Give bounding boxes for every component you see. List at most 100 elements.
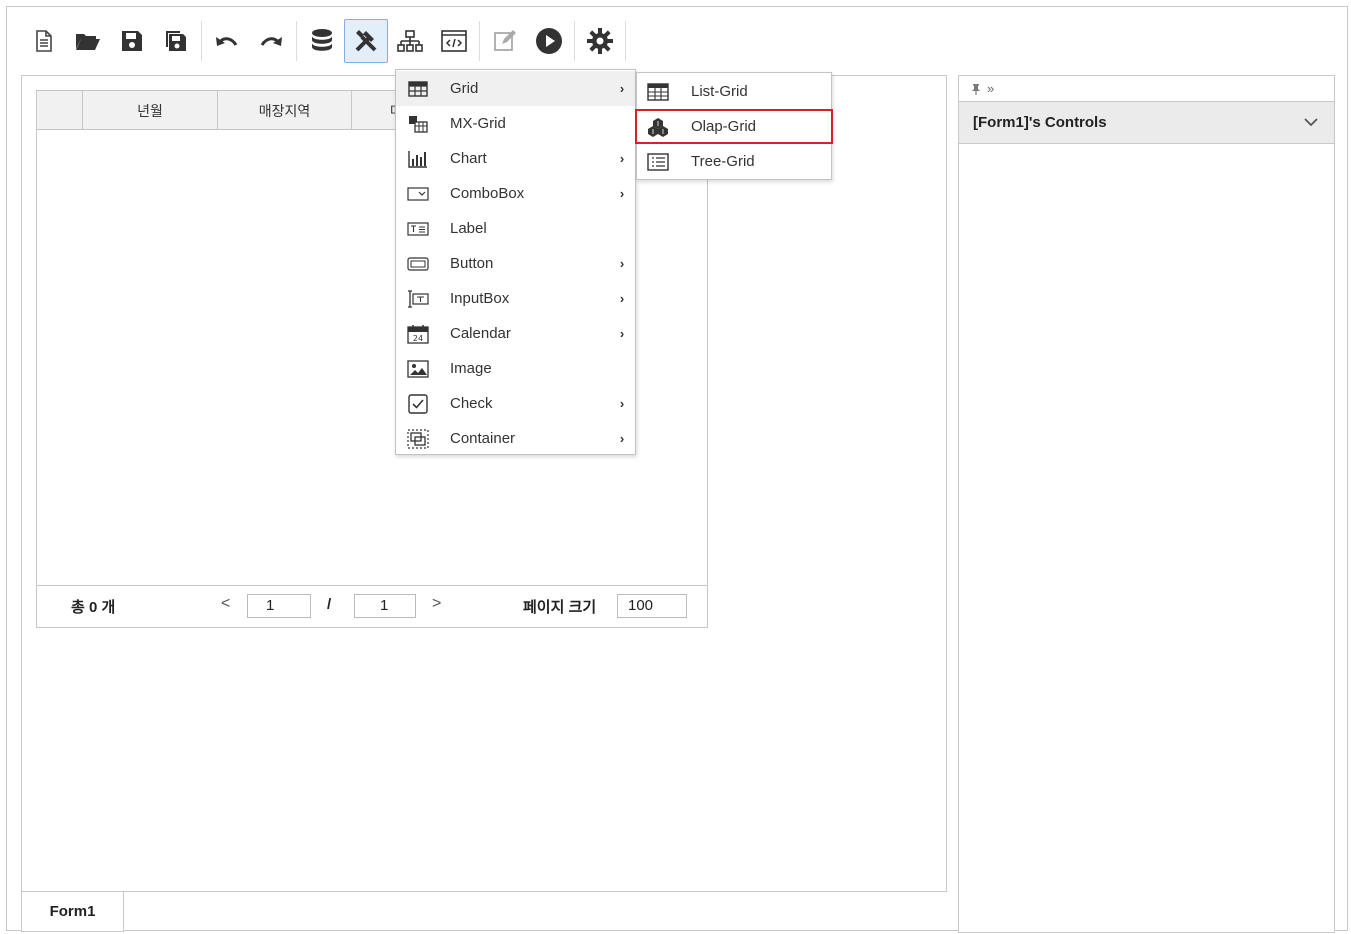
database-icon: [312, 29, 332, 51]
menu-item-label-control[interactable]: Label: [396, 211, 635, 246]
submenu-item-label: List-Grid: [691, 83, 748, 100]
toolbar: [22, 18, 629, 64]
controls-panel-title: [Form1]'s Controls: [973, 114, 1107, 131]
save-as-icon: [166, 31, 186, 51]
menu-item-label: Check: [450, 395, 493, 412]
grid-pager: 총 0 개 < 1 / 1 > 페이지 크기 100: [37, 585, 707, 627]
toolbar-separator: [479, 21, 480, 61]
menu-item-label: Chart: [450, 150, 487, 167]
grid-header-rownum: [37, 91, 83, 130]
folder-open-icon: [76, 34, 100, 50]
form-tab-bar: Form1: [21, 891, 947, 932]
play-icon: [536, 28, 562, 54]
pin-icon: [972, 83, 980, 95]
toolbar-separator: [574, 21, 575, 61]
menu-item-grid[interactable]: Grid ›: [396, 71, 635, 106]
hierarchy-button[interactable]: [388, 19, 432, 63]
tree-grid-icon: [647, 152, 669, 171]
menu-item-label: Grid: [450, 80, 479, 97]
settings-button[interactable]: [578, 19, 622, 63]
undo-icon: [216, 37, 238, 46]
submenu-item-tree-grid[interactable]: Tree-Grid: [637, 144, 831, 179]
chevron-down-icon[interactable]: [1302, 113, 1320, 131]
menu-item-check[interactable]: Check ›: [396, 386, 635, 421]
submenu-arrow-icon: ›: [619, 256, 625, 271]
menu-item-chart[interactable]: Chart ›: [396, 141, 635, 176]
calendar-icon: 24: [407, 324, 429, 344]
grid-submenu: List-Grid Olap-Grid Tree-Grid: [635, 72, 833, 180]
expand-icon[interactable]: »: [987, 81, 994, 96]
chart-icon: [408, 150, 427, 168]
menu-item-label: Container: [450, 430, 516, 447]
submenu-item-list-grid[interactable]: List-Grid: [637, 74, 831, 109]
submenu-item-label: Tree-Grid: [691, 153, 755, 170]
grid-header-year-month[interactable]: 년월: [83, 91, 218, 130]
open-folder-button[interactable]: [66, 19, 110, 63]
panel-pin-bar[interactable]: »: [959, 76, 1334, 102]
edit-button[interactable]: [483, 19, 527, 63]
new-file-icon: [36, 30, 52, 52]
page-separator: /: [327, 596, 332, 613]
inputbox-icon: [408, 289, 429, 308]
svg-text:24: 24: [413, 334, 423, 343]
database-button[interactable]: [300, 19, 344, 63]
olap-grid-icon: [648, 117, 668, 137]
redo-button[interactable]: [249, 19, 293, 63]
save-button[interactable]: [110, 19, 154, 63]
button-icon: [407, 256, 429, 271]
check-icon: [408, 393, 428, 414]
menu-item-image[interactable]: Image: [396, 351, 635, 386]
new-file-button[interactable]: [22, 19, 66, 63]
menu-item-mx-grid[interactable]: MX-Grid: [396, 106, 635, 141]
toolbar-separator: [625, 21, 626, 61]
controls-panel-header[interactable]: [Form1]'s Controls: [959, 102, 1334, 144]
submenu-arrow-icon: ›: [619, 326, 625, 341]
save-icon: [122, 31, 142, 51]
menu-item-label: ComboBox: [450, 185, 525, 202]
run-button[interactable]: [527, 19, 571, 63]
code-icon: [441, 30, 467, 52]
page-size-input[interactable]: 100: [617, 594, 687, 618]
controls-panel: » [Form1]'s Controls: [958, 75, 1335, 933]
label-icon: [407, 221, 429, 236]
menu-item-inputbox[interactable]: InputBox ›: [396, 281, 635, 316]
menu-item-label: MX-Grid: [450, 115, 506, 132]
grid-header-store-region[interactable]: 매장지역: [218, 91, 352, 130]
menu-item-label: Button: [450, 255, 494, 272]
tools-dropdown-menu: Grid › MX-Grid Chart › ComboBox › Label …: [395, 69, 636, 455]
toolbar-separator: [201, 21, 202, 61]
image-icon: [407, 359, 429, 378]
hierarchy-icon: [397, 30, 423, 52]
submenu-arrow-icon: ›: [619, 291, 625, 306]
save-as-button[interactable]: [154, 19, 198, 63]
menu-item-calendar[interactable]: 24 Calendar ›: [396, 316, 635, 351]
submenu-arrow-icon: ›: [619, 186, 625, 201]
container-icon: [407, 428, 429, 449]
menu-item-label: Label: [450, 220, 487, 237]
gear-icon: [587, 28, 613, 54]
combobox-icon: [407, 186, 429, 201]
edit-icon: [494, 30, 516, 51]
mx-grid-icon: [409, 115, 428, 133]
page-size-label: 페이지 크기: [523, 599, 597, 616]
tools-button[interactable]: [344, 19, 388, 63]
menu-item-label: Image: [450, 360, 492, 377]
toolbar-separator: [296, 21, 297, 61]
code-view-button[interactable]: [432, 19, 476, 63]
submenu-arrow-icon: ›: [619, 431, 625, 446]
tab-form1[interactable]: Form1: [21, 892, 124, 932]
tools-icon: [355, 30, 377, 52]
current-page-input[interactable]: 1: [247, 594, 311, 618]
submenu-item-olap-grid[interactable]: Olap-Grid: [635, 109, 833, 144]
prev-page-button[interactable]: <: [221, 595, 230, 613]
menu-item-container[interactable]: Container ›: [396, 421, 635, 456]
total-count-label: 총 0 개: [71, 599, 116, 616]
menu-item-combobox[interactable]: ComboBox ›: [396, 176, 635, 211]
list-grid-icon: [647, 82, 669, 101]
undo-button[interactable]: [205, 19, 249, 63]
next-page-button[interactable]: >: [432, 595, 441, 613]
menu-item-button[interactable]: Button ›: [396, 246, 635, 281]
submenu-arrow-icon: ›: [619, 81, 625, 96]
total-pages-field: 1: [354, 594, 416, 618]
submenu-item-label: Olap-Grid: [691, 118, 757, 135]
